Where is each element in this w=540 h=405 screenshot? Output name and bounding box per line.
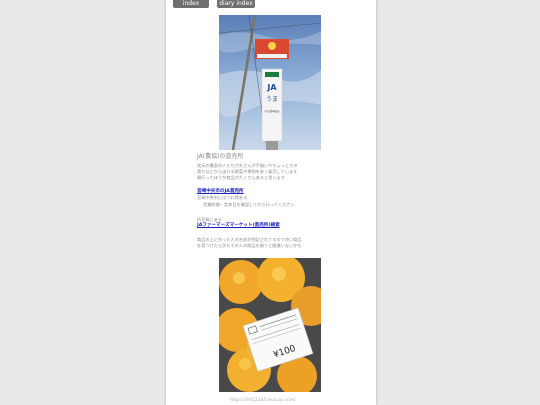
oranges-bag-photo: ¥100 [219,258,321,392]
paragraph-1-line-1: 地元の農家の人たちが丸さんが不揃いやちょっとカタ [197,163,298,168]
sign-sub-text: 川久保中央店 [264,109,280,113]
footer-url: https://4912284.teacup.com/ [230,398,296,403]
paragraph-1-line-2: 落ちなどから出せる野菜や果物を安く販売しています [197,169,298,174]
ja-direct-store-link[interactable]: 宮崎中央市のJA直売所 [197,189,357,194]
sign-brand-text: JA [266,83,277,92]
index-button[interactable]: index [173,0,209,8]
link1-note: 宮崎中央市にはうれ得ある [197,195,248,200]
signpost-image: JA うま 川久保中央店 [219,15,321,150]
ja-signpost-photo: JA うま 川久保中央店 [219,15,321,150]
farmers-market-search-link[interactable]: JAファーマーズマーケット(直売所)検索 [197,223,357,228]
oranges-image: ¥100 [219,258,321,392]
link1-note-2: 営業時間・定休日を確認してから行ってください [203,202,295,207]
article-heading: JA(農協)の直売所 [197,153,244,160]
paragraph-2-line-2: を見つけたら次もその人の商品を買うと間違いないかも [197,243,302,248]
sign-main-text: うま [266,96,278,103]
paragraph-2-line-1: 商品の上に作った人の名前が明記されてるので良い商品 [197,237,302,242]
section-2-label: JA宮崎にある [197,217,222,222]
paragraph-1-line-3: 朝行ったほうが商品がたくさんあると思います [197,175,285,180]
diary-index-button[interactable]: diary index [217,0,255,8]
